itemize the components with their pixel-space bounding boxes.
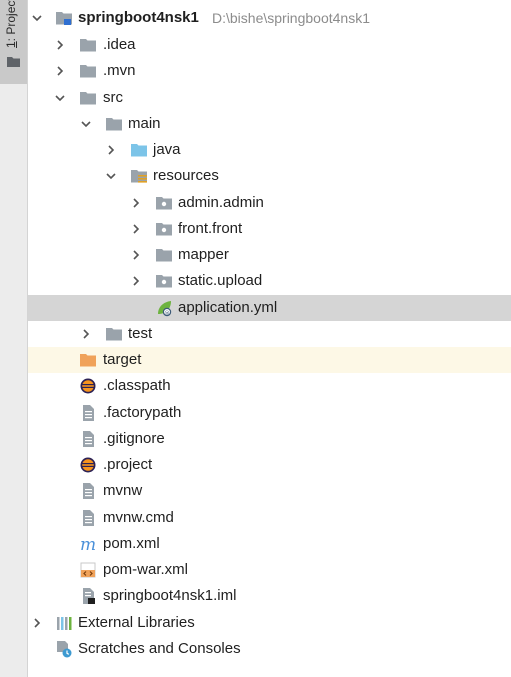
tree-row-classpath[interactable]: .classpath <box>28 373 511 399</box>
package-folder-icon <box>156 223 172 236</box>
tree-row-src[interactable]: src <box>28 85 511 111</box>
chevron-down-icon[interactable] <box>30 11 44 25</box>
chevron-right-icon[interactable] <box>104 143 118 157</box>
tree-item-label: External Libraries <box>78 614 195 631</box>
tree-item-label: application.yml <box>178 299 278 316</box>
folder-icon <box>7 57 20 67</box>
tree-item-label: .idea <box>103 36 136 53</box>
tree-item-label: front.front <box>178 220 243 237</box>
folder-icon <box>80 65 96 78</box>
tree-row-java[interactable]: java <box>28 137 511 163</box>
text-file-icon <box>83 510 94 526</box>
tree-item-label: pom-war.xml <box>103 561 189 578</box>
spring-leaf-icon: @ <box>158 301 172 316</box>
package-folder-icon <box>156 197 172 210</box>
tree-row-mvn[interactable]: .mvn <box>28 58 511 84</box>
iml-file-icon <box>83 588 95 604</box>
svg-text:@: @ <box>165 310 170 316</box>
tree-item-label: mvnw <box>103 482 143 499</box>
tree-item-label: target <box>103 351 142 368</box>
tree-row-external-libraries[interactable]: External Libraries <box>28 610 511 636</box>
source-folder-icon <box>131 144 147 157</box>
project-tree[interactable]: springboot4nsk1 D:\bishe\springboot4nsk1… <box>28 0 511 677</box>
tree-item-label: admin.admin <box>178 194 264 211</box>
tree-item-label: java <box>153 141 181 158</box>
tree-row-idea[interactable]: .idea <box>28 32 511 58</box>
folder-icon <box>80 92 96 105</box>
tree-item-label: Scratches and Consoles <box>78 640 241 657</box>
chevron-right-icon[interactable] <box>129 274 143 288</box>
tree-row-scratches[interactable]: Scratches and Consoles <box>28 636 511 662</box>
tree-item-label: resources <box>153 167 219 184</box>
tree-row-pom-war-xml[interactable]: pom-war.xml <box>28 557 511 583</box>
tree-item-label: .classpath <box>103 377 171 394</box>
tree-row-mvnw[interactable]: mvnw <box>28 478 511 504</box>
tree-item-label: test <box>128 325 153 342</box>
scratches-icon <box>57 641 72 658</box>
tree-row-gitignore[interactable]: .gitignore <box>28 426 511 452</box>
tree-row-target[interactable]: target <box>28 347 511 373</box>
xml-file-icon <box>80 562 96 578</box>
folder-icon <box>156 249 172 262</box>
chevron-right-icon[interactable] <box>53 38 67 52</box>
tree-item-label: main <box>128 115 161 132</box>
eclipse-icon <box>80 378 96 394</box>
chevron-down-icon[interactable] <box>53 91 67 105</box>
chevron-right-icon[interactable] <box>129 222 143 236</box>
tree-item-label: mvnw.cmd <box>103 509 174 526</box>
project-tool-tab[interactable]: 1: Project <box>0 0 27 84</box>
svg-text:m: m <box>80 535 96 553</box>
chevron-right-icon[interactable] <box>79 327 93 341</box>
root-module-path: D:\bishe\springboot4nsk1 <box>212 10 370 26</box>
tree-item-label: .gitignore <box>103 430 165 447</box>
chevron-down-icon[interactable] <box>104 169 118 183</box>
chevron-right-icon[interactable] <box>30 616 44 630</box>
folder-icon <box>106 328 122 341</box>
tree-row-resources[interactable]: resources <box>28 163 511 189</box>
text-file-icon <box>83 405 94 421</box>
folder-icon <box>80 39 96 52</box>
tree-row-main[interactable]: main <box>28 111 511 137</box>
package-folder-icon <box>156 275 172 288</box>
tree-row-static-upload[interactable]: static.upload <box>28 268 511 294</box>
tree-row-front[interactable]: front.front <box>28 216 511 242</box>
tree-row-pom-xml[interactable]: m pom.xml <box>28 531 511 557</box>
tree-row-root[interactable]: springboot4nsk1 D:\bishe\springboot4nsk1 <box>28 5 511 31</box>
chevron-right-icon[interactable] <box>129 248 143 262</box>
chevron-right-icon[interactable] <box>53 64 67 78</box>
tree-item-label: pom.xml <box>103 535 160 552</box>
tree-row-test[interactable]: test <box>28 321 511 347</box>
root-module-name: springboot4nsk1 <box>78 9 199 26</box>
library-icon <box>57 617 72 630</box>
tree-row-admin[interactable]: admin.admin <box>28 190 511 216</box>
tree-row-iml[interactable]: springboot4nsk1.iml <box>28 583 511 609</box>
text-file-icon <box>83 483 94 499</box>
tree-row-mapper[interactable]: mapper <box>28 242 511 268</box>
chevron-down-icon[interactable] <box>79 117 93 131</box>
tree-item-label: .mvn <box>103 62 136 79</box>
tree-item-label: springboot4nsk1.iml <box>103 587 237 604</box>
chevron-right-icon[interactable] <box>129 196 143 210</box>
tree-row-factorypath[interactable]: .factorypath <box>28 400 511 426</box>
project-tab-label: 1: Project <box>4 0 18 48</box>
tool-window-strip: 1: Project <box>0 0 28 677</box>
tree-item-label: static.upload <box>178 272 263 289</box>
folder-icon <box>106 118 122 131</box>
tree-item-label: src <box>103 89 123 106</box>
tree-row-application-yml[interactable]: @ application.yml <box>28 295 511 321</box>
tree-item-label: .factorypath <box>103 404 182 421</box>
tree-item-label: mapper <box>178 246 229 263</box>
eclipse-icon <box>80 457 96 473</box>
tree-row-project[interactable]: .project <box>28 452 511 478</box>
tree-row-mvnw-cmd[interactable]: mvnw.cmd <box>28 505 511 531</box>
text-file-icon <box>83 431 94 447</box>
resources-folder-icon <box>131 170 147 183</box>
module-folder-icon <box>56 12 72 25</box>
maven-icon: m <box>80 535 96 553</box>
tree-item-label: .project <box>103 456 153 473</box>
excluded-folder-icon <box>80 354 96 367</box>
